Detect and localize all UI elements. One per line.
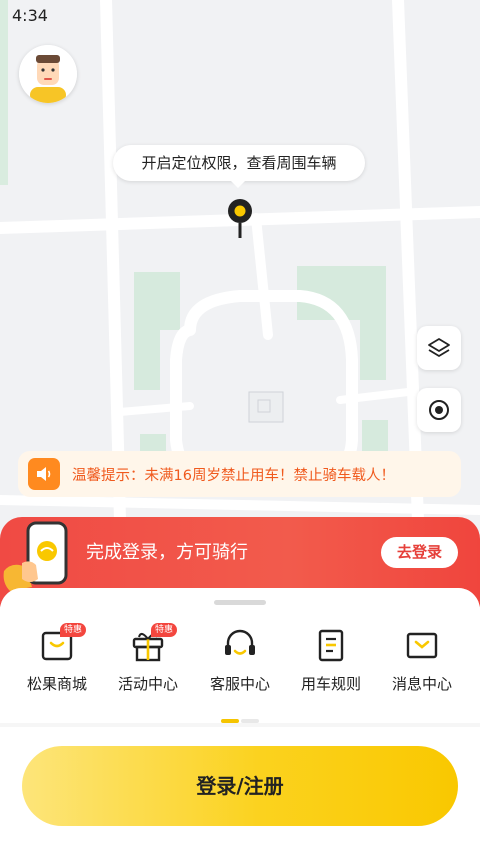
service-item-messages[interactable]: 消息中心 (377, 625, 467, 705)
go-login-button[interactable]: 去登录 (381, 537, 458, 568)
services-page-indicator (221, 719, 259, 723)
service-label: 松果商城 (26, 675, 87, 693)
map-layers-button[interactable] (417, 326, 461, 370)
location-pin-icon (224, 198, 256, 240)
service-label: 客服中心 (209, 675, 270, 693)
service-label: 消息中心 (391, 675, 452, 693)
avatar-icon (19, 45, 77, 103)
promo-badge: 特惠 (60, 623, 87, 637)
sheet-drag-handle[interactable] (214, 600, 266, 605)
speaker-icon (28, 458, 60, 490)
headset-icon (225, 629, 255, 655)
page-dot-active (221, 719, 239, 723)
login-banner-text: 完成登录，方可骑行 (86, 542, 248, 563)
service-item-mall[interactable]: 特惠 松果商城 (12, 623, 102, 705)
promo-badge: 特惠 (151, 623, 178, 637)
status-bar-time: 4:34 (12, 6, 48, 25)
service-label: 用车规则 (300, 675, 361, 693)
locate-me-button[interactable] (417, 388, 461, 432)
service-item-activity[interactable]: 特惠 活动中心 (103, 623, 193, 705)
login-register-button[interactable]: 登录/注册 (22, 746, 458, 826)
user-avatar[interactable] (19, 45, 77, 103)
locate-icon (429, 400, 449, 420)
service-label: 活动中心 (117, 675, 178, 693)
safety-notice[interactable]: 温馨提示：未满16周岁禁止用车！禁止骑车载人！ (18, 451, 461, 497)
service-item-rules[interactable]: 用车规则 (286, 625, 376, 705)
notice-text: 温馨提示：未满16周岁禁止用车！禁止骑车载人！ (72, 467, 395, 484)
clipboard-icon (318, 629, 344, 662)
layers-icon (428, 338, 450, 357)
envelope-icon (406, 632, 438, 659)
service-item-support[interactable]: 客服中心 (195, 625, 285, 705)
location-permission-tip[interactable]: 开启定位权限，查看周围车辆 (113, 145, 365, 188)
phone-hand-icon (2, 521, 74, 593)
page-dot (241, 719, 259, 723)
